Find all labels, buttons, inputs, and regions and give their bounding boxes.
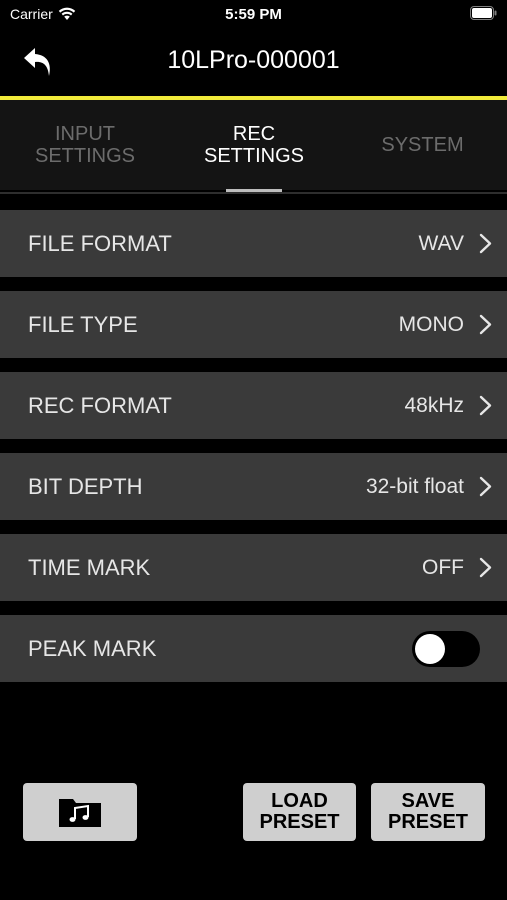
chevron-right-icon xyxy=(479,476,492,497)
status-time: 5:59 PM xyxy=(225,6,282,23)
save-preset-label: SAVE PRESET xyxy=(387,790,469,833)
setting-time-mark[interactable]: TIME MARK OFF xyxy=(0,534,507,601)
tab-input-settings[interactable]: INPUT SETTINGS xyxy=(0,100,170,190)
chevron-right-icon xyxy=(479,395,492,416)
device-title: 10LPro-000001 xyxy=(167,46,340,74)
load-preset-label: LOAD PRESET xyxy=(259,790,340,833)
tab-input-settings-label: INPUT SETTINGS xyxy=(34,123,135,167)
tabs-divider xyxy=(0,192,507,194)
toggle-knob xyxy=(415,634,445,664)
setting-label: BIT DEPTH xyxy=(28,474,143,499)
setting-value: MONO xyxy=(398,313,464,336)
music-files-button[interactable] xyxy=(23,783,137,841)
battery-icon xyxy=(470,6,497,20)
peak-mark-toggle[interactable] xyxy=(412,631,480,667)
tab-bar: INPUT SETTINGS REC SETTINGS SYSTEM xyxy=(0,100,507,190)
chevron-right-icon xyxy=(479,314,492,335)
settings-list: FILE FORMAT WAV FILE TYPE MONO REC FORMA… xyxy=(0,210,507,696)
header: 10LPro-000001 xyxy=(0,28,507,94)
save-preset-button[interactable]: SAVE PRESET xyxy=(371,783,485,841)
status-bar: Carrier 5:59 PM xyxy=(0,0,507,28)
setting-rec-format[interactable]: REC FORMAT 48kHz xyxy=(0,372,507,439)
setting-value: 32-bit float xyxy=(365,475,464,498)
music-folder-icon xyxy=(59,799,101,827)
setting-peak-mark: PEAK MARK xyxy=(0,615,507,682)
setting-label: PEAK MARK xyxy=(28,636,157,661)
chevron-right-icon xyxy=(479,233,492,254)
tab-rec-settings-label: REC SETTINGS xyxy=(203,123,304,167)
load-preset-button[interactable]: LOAD PRESET xyxy=(243,783,356,841)
tab-rec-settings[interactable]: REC SETTINGS xyxy=(170,100,338,190)
tab-system[interactable]: SYSTEM xyxy=(338,100,507,190)
setting-label: TIME MARK xyxy=(28,555,151,580)
setting-value: OFF xyxy=(422,556,464,579)
setting-file-type[interactable]: FILE TYPE MONO xyxy=(0,291,507,358)
setting-file-format[interactable]: FILE FORMAT WAV xyxy=(0,210,507,277)
setting-label: FILE FORMAT xyxy=(28,231,172,256)
setting-value: 48kHz xyxy=(404,394,464,417)
setting-value: WAV xyxy=(418,232,465,255)
setting-label: REC FORMAT xyxy=(28,393,172,418)
tab-system-label: SYSTEM xyxy=(381,134,464,156)
setting-bit-depth[interactable]: BIT DEPTH 32-bit float xyxy=(0,453,507,520)
chevron-right-icon xyxy=(479,557,492,578)
setting-label: FILE TYPE xyxy=(28,312,138,337)
